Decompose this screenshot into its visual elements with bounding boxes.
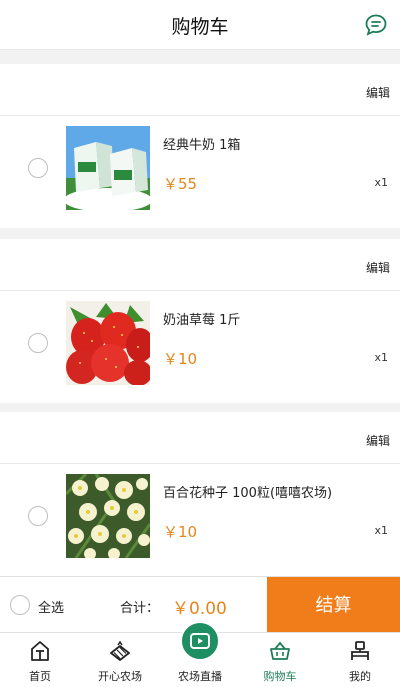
item-quantity: x1	[374, 176, 388, 189]
cart-item: 百合花种子 100粒(嘻嘻农场) ￥10 x1	[0, 464, 400, 576]
item-price: ￥10	[163, 350, 198, 368]
page-title: 购物车	[171, 16, 229, 38]
shop-header: 编辑	[0, 64, 400, 116]
item-select-radio[interactable]	[28, 506, 48, 526]
milk-box-image[interactable]	[66, 126, 150, 210]
select-all-radio[interactable]	[10, 595, 30, 615]
basket-icon	[270, 641, 290, 660]
item-name: 百合花种子 100粒(嘻嘻农场)	[163, 486, 333, 501]
tab-profile[interactable]: 我的	[320, 633, 400, 687]
item-quantity: x1	[374, 524, 388, 537]
shop-header: 编辑	[0, 412, 400, 464]
top-bar: 购物车	[0, 0, 400, 50]
tab-label: 购物车	[263, 670, 297, 683]
item-name: 经典牛奶 1箱	[163, 138, 241, 153]
edit-button[interactable]: 编辑	[366, 432, 390, 449]
bottom-tab-bar: 首页 开心农场 农场直播 购物车 我的	[0, 621, 400, 687]
tab-cart[interactable]: 购物车	[240, 633, 320, 687]
profile-icon	[351, 641, 369, 660]
checkout-button[interactable]: 结算	[267, 577, 400, 633]
shop-group: 编辑 经典牛奶 1箱 ￥55 x1	[0, 64, 400, 228]
tab-home[interactable]: 首页	[0, 633, 80, 687]
strawberry-image[interactable]	[66, 301, 150, 385]
edit-button[interactable]: 编辑	[366, 259, 390, 276]
tab-label: 我的	[349, 670, 371, 683]
tab-label: 开心农场	[98, 670, 142, 683]
item-select-radio[interactable]	[28, 333, 48, 353]
farm-icon	[110, 640, 130, 661]
edit-button[interactable]: 编辑	[366, 84, 390, 101]
tab-farm[interactable]: 开心农场	[80, 633, 160, 687]
item-quantity: x1	[374, 351, 388, 364]
shop-group: 编辑 奶油草莓 1斤 ￥10 x1	[0, 239, 400, 403]
home-icon	[31, 641, 49, 661]
item-price: ￥10	[163, 523, 198, 541]
shop-group: 编辑 百合花种子 100粒(嘻嘻农场) ￥10 x1	[0, 412, 400, 576]
select-all-label[interactable]: 全选	[38, 597, 64, 616]
live-video-icon	[190, 633, 210, 649]
item-name: 奶油草莓 1斤	[163, 313, 241, 328]
cart-item: 经典牛奶 1箱 ￥55 x1	[0, 116, 400, 228]
shop-header: 编辑	[0, 239, 400, 291]
item-price: ￥55	[163, 175, 198, 193]
live-button-circle	[180, 621, 220, 661]
total-value: ￥0.00	[172, 599, 227, 619]
message-icon[interactable]	[364, 13, 388, 37]
tab-label: 首页	[29, 670, 51, 683]
lily-flowers-image[interactable]	[66, 474, 150, 558]
tab-live[interactable]: 农场直播	[160, 621, 240, 687]
item-select-radio[interactable]	[28, 158, 48, 178]
cart-item: 奶油草莓 1斤 ￥10 x1	[0, 291, 400, 403]
total-label: 合计：	[120, 601, 160, 616]
tab-label: 农场直播	[178, 670, 222, 683]
